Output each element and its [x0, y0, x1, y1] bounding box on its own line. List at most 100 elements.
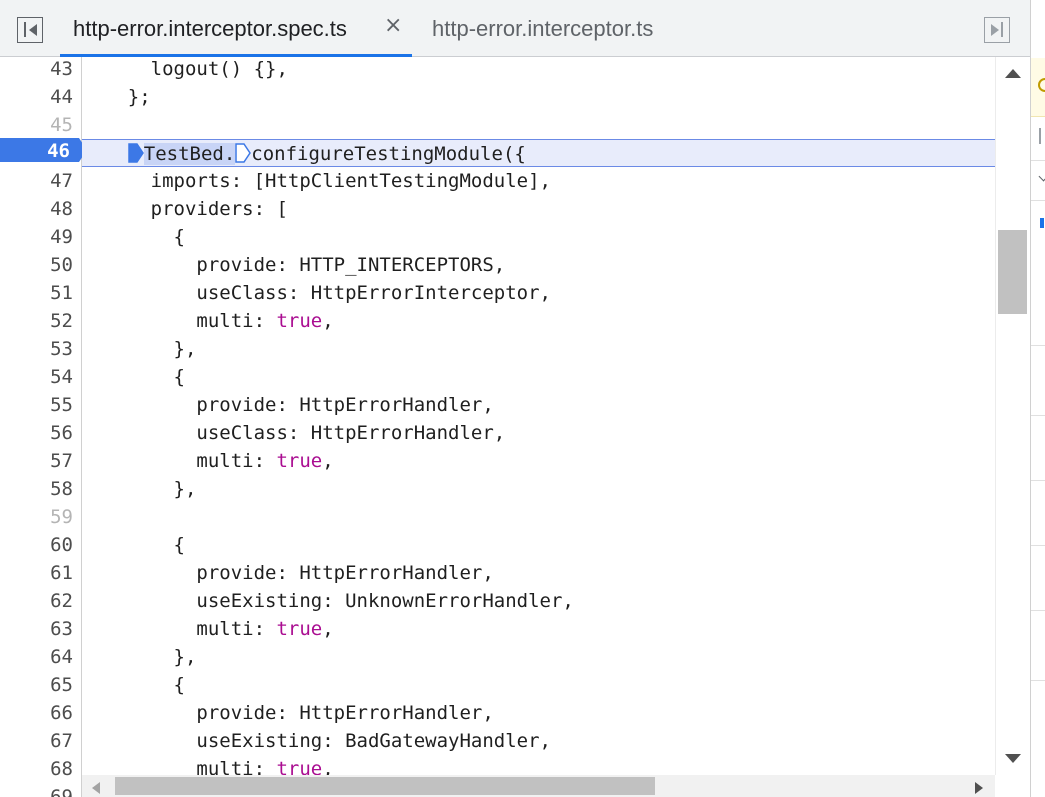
code-line: { [82, 363, 995, 391]
toggle-arrow [29, 24, 37, 36]
tab-interceptor-file[interactable]: http-error.interceptor.ts [432, 16, 653, 42]
code-token: provide: HttpErrorHandler, [82, 702, 494, 724]
line-number[interactable]: 52 [13, 307, 73, 335]
line-number[interactable]: 51 [13, 279, 73, 307]
code-line: useExisting: UnknownErrorHandler, [82, 587, 995, 615]
divider [1031, 480, 1045, 481]
toggle-bar [24, 22, 26, 37]
line-number[interactable]: 63 [13, 615, 73, 643]
code-token: , [322, 618, 334, 640]
code-token: configureTestingModule({ [251, 143, 526, 165]
sidebar-right-toggle-icon[interactable] [984, 17, 1010, 43]
code-token: { [82, 226, 185, 248]
code-token: }; [82, 86, 151, 108]
toggle-bar [1001, 22, 1003, 37]
editor-tab-bar: http-error.interceptor.spec.ts × http-er… [0, 0, 1030, 57]
code-line: { [82, 223, 995, 251]
code-token: { [82, 366, 185, 388]
keyword-token: true [276, 450, 323, 472]
line-number[interactable]: 69 [13, 783, 73, 797]
code-token: useExisting: BadGatewayHandler, [82, 730, 551, 752]
code-line: { [82, 671, 995, 699]
code-token: { [82, 534, 185, 556]
line-number[interactable]: 65 [13, 671, 73, 699]
scroll-down-arrow-icon[interactable] [1005, 754, 1021, 763]
code-line: useClass: HttpErrorInterceptor, [82, 279, 995, 307]
line-number[interactable]: 59 [13, 503, 73, 531]
line-number[interactable]: 45 [13, 111, 73, 139]
line-number[interactable]: 64 [13, 643, 73, 671]
code-line: }, [82, 475, 995, 503]
line-number-paused: 46 [47, 140, 70, 162]
code-token: useClass: HttpErrorHandler, [82, 422, 506, 444]
inline-step-marker-icon[interactable] [235, 142, 252, 163]
debugger-side-panel [1030, 0, 1045, 797]
code-editor[interactable]: logout() {}, }; TestBed. configureTesting… [82, 57, 995, 775]
code-line: }; [82, 83, 995, 111]
code-line: provide: HttpErrorHandler, [82, 391, 995, 419]
sidebar-left-toggle-icon[interactable] [17, 17, 43, 43]
paused-warning-banner [1031, 58, 1045, 117]
line-number[interactable]: 50 [13, 251, 73, 279]
code-line: { [82, 531, 995, 559]
code-token: provide: HttpErrorHandler, [82, 562, 494, 584]
line-number[interactable]: 53 [13, 335, 73, 363]
line-number[interactable]: 67 [13, 727, 73, 755]
line-number[interactable]: 60 [13, 531, 73, 559]
line-number[interactable]: 55 [13, 391, 73, 419]
line-number[interactable]: 47 [13, 167, 73, 195]
vertical-scroll-thumb[interactable] [998, 230, 1027, 314]
code-line: multi: true, [82, 307, 995, 335]
line-number[interactable]: 56 [13, 419, 73, 447]
line-number[interactable]: 44 [13, 83, 73, 111]
code-token: }, [82, 478, 197, 500]
tab-spec-file[interactable]: http-error.interceptor.spec.ts [73, 16, 347, 42]
code-token: multi: [82, 450, 277, 472]
line-number[interactable]: 48 [13, 195, 73, 223]
scroll-up-arrow-icon[interactable] [1005, 69, 1021, 78]
code-line: logout() {}, [82, 57, 995, 83]
toggle-arrow [991, 24, 999, 36]
inline-step-marker-icon[interactable] [128, 142, 144, 163]
code-token: multi: [82, 758, 277, 775]
code-line: multi: true, [82, 615, 995, 643]
toolbar-icon[interactable] [1039, 128, 1041, 144]
code-token: useClass: HttpErrorInterceptor, [82, 282, 551, 304]
line-number-gutter[interactable]: 43 44 45 47 48 49 50 51 52 53 54 55 56 57 58 59 60 61 62 63… [0, 57, 82, 797]
code-line: provide: HttpErrorHandler, [82, 559, 995, 587]
code-line: providers: [ [82, 195, 995, 223]
code-line: provide: HttpErrorHandler, [82, 699, 995, 727]
line-number[interactable]: 62 [13, 587, 73, 615]
line-number[interactable]: 61 [13, 559, 73, 587]
code-token: logout() {}, [82, 58, 288, 80]
line-number[interactable]: 49 [13, 223, 73, 251]
horizontal-scrollbar[interactable] [82, 775, 995, 797]
line-number[interactable]: 68 [13, 755, 73, 783]
close-icon[interactable]: × [384, 13, 402, 38]
chevron-down-icon[interactable] [1038, 171, 1045, 182]
code-token: imports: [HttpClientTestingModule], [82, 170, 551, 192]
line-number[interactable]: 57 [13, 447, 73, 475]
divider [1031, 610, 1045, 611]
divider [1031, 200, 1045, 201]
scroll-right-arrow-icon[interactable] [975, 782, 983, 794]
divider [1031, 680, 1045, 681]
code-token: TestBed. [143, 143, 236, 165]
line-number[interactable]: 43 [13, 57, 73, 83]
code-line: imports: [HttpClientTestingModule], [82, 167, 995, 195]
line-number[interactable]: 66 [13, 699, 73, 727]
code-token: useExisting: UnknownErrorHandler, [82, 590, 574, 612]
line-number[interactable]: 58 [13, 475, 73, 503]
code-token: provide: HTTP_INTERCEPTORS, [82, 254, 506, 276]
keyword-token: true [276, 618, 323, 640]
code-token: provide: HttpErrorHandler, [82, 394, 494, 416]
code-token: , [322, 758, 334, 775]
vertical-scrollbar[interactable] [995, 57, 1030, 775]
code-line: provide: HTTP_INTERCEPTORS, [82, 251, 995, 279]
line-number[interactable]: 54 [13, 363, 73, 391]
horizontal-scroll-thumb[interactable] [115, 777, 655, 795]
code-line: useClass: HttpErrorHandler, [82, 419, 995, 447]
scroll-left-arrow-icon[interactable] [92, 782, 100, 794]
